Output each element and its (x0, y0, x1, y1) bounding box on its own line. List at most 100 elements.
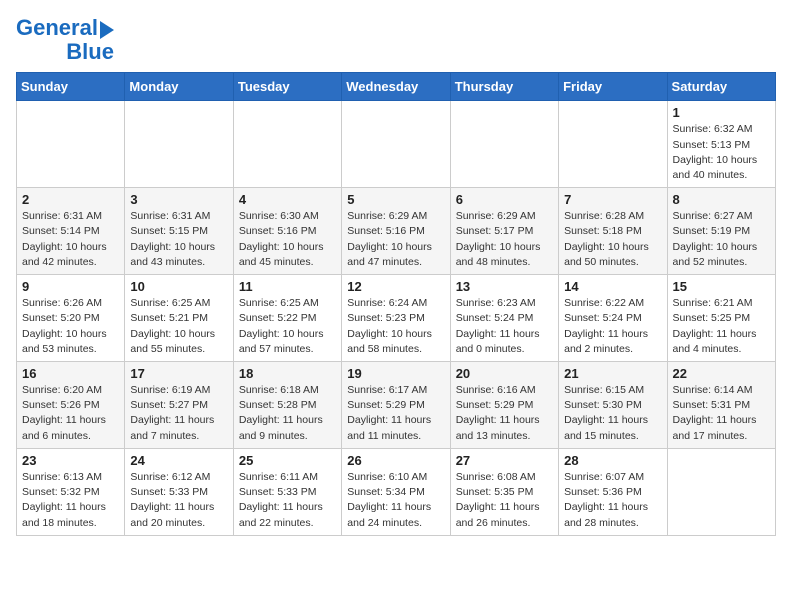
day-info: Sunrise: 6:17 AM Sunset: 5:29 PM Dayligh… (347, 383, 444, 444)
calendar-cell: 15 Sunrise: 6:21 AM Sunset: 5:25 PM Dayli… (667, 275, 775, 362)
day-info: Sunrise: 6:23 AM Sunset: 5:24 PM Dayligh… (456, 296, 553, 357)
day-info: Sunrise: 6:31 AM Sunset: 5:14 PM Dayligh… (22, 209, 119, 270)
day-info: Sunrise: 6:19 AM Sunset: 5:27 PM Dayligh… (130, 383, 227, 444)
weekday-header-monday: Monday (125, 73, 233, 101)
calendar-cell (17, 101, 125, 188)
day-info: Sunrise: 6:11 AM Sunset: 5:33 PM Dayligh… (239, 470, 336, 531)
day-info: Sunrise: 6:18 AM Sunset: 5:28 PM Dayligh… (239, 383, 336, 444)
calendar-week-row: 23 Sunrise: 6:13 AM Sunset: 5:32 PM Dayli… (17, 448, 776, 535)
weekday-header-wednesday: Wednesday (342, 73, 450, 101)
calendar-cell (233, 101, 341, 188)
calendar-cell: 16 Sunrise: 6:20 AM Sunset: 5:26 PM Dayli… (17, 362, 125, 449)
calendar-cell: 3 Sunrise: 6:31 AM Sunset: 5:15 PM Daylig… (125, 188, 233, 275)
calendar-cell: 7 Sunrise: 6:28 AM Sunset: 5:18 PM Daylig… (559, 188, 667, 275)
weekday-header-sunday: Sunday (17, 73, 125, 101)
day-number: 3 (130, 192, 227, 207)
day-number: 11 (239, 279, 336, 294)
day-number: 13 (456, 279, 553, 294)
day-info: Sunrise: 6:30 AM Sunset: 5:16 PM Dayligh… (239, 209, 336, 270)
calendar-cell: 20 Sunrise: 6:16 AM Sunset: 5:29 PM Dayli… (450, 362, 558, 449)
logo-general: General (16, 16, 98, 40)
calendar-header-row: SundayMondayTuesdayWednesdayThursdayFrid… (17, 73, 776, 101)
day-number: 2 (22, 192, 119, 207)
day-info: Sunrise: 6:12 AM Sunset: 5:33 PM Dayligh… (130, 470, 227, 531)
calendar-cell: 14 Sunrise: 6:22 AM Sunset: 5:24 PM Dayli… (559, 275, 667, 362)
day-number: 14 (564, 279, 661, 294)
calendar-cell (125, 101, 233, 188)
calendar-cell: 23 Sunrise: 6:13 AM Sunset: 5:32 PM Dayli… (17, 448, 125, 535)
day-info: Sunrise: 6:21 AM Sunset: 5:25 PM Dayligh… (673, 296, 770, 357)
day-info: Sunrise: 6:25 AM Sunset: 5:22 PM Dayligh… (239, 296, 336, 357)
calendar-cell (559, 101, 667, 188)
day-number: 21 (564, 366, 661, 381)
day-number: 19 (347, 366, 444, 381)
day-info: Sunrise: 6:32 AM Sunset: 5:13 PM Dayligh… (673, 122, 770, 183)
day-number: 7 (564, 192, 661, 207)
calendar-cell: 19 Sunrise: 6:17 AM Sunset: 5:29 PM Dayli… (342, 362, 450, 449)
day-info: Sunrise: 6:13 AM Sunset: 5:32 PM Dayligh… (22, 470, 119, 531)
calendar-table: SundayMondayTuesdayWednesdayThursdayFrid… (16, 72, 776, 535)
calendar-cell: 9 Sunrise: 6:26 AM Sunset: 5:20 PM Daylig… (17, 275, 125, 362)
calendar-cell: 18 Sunrise: 6:18 AM Sunset: 5:28 PM Dayli… (233, 362, 341, 449)
logo-arrow-icon (100, 21, 114, 39)
day-number: 10 (130, 279, 227, 294)
calendar-cell: 11 Sunrise: 6:25 AM Sunset: 5:22 PM Dayli… (233, 275, 341, 362)
calendar-cell: 17 Sunrise: 6:19 AM Sunset: 5:27 PM Dayli… (125, 362, 233, 449)
weekday-header-friday: Friday (559, 73, 667, 101)
calendar-week-row: 16 Sunrise: 6:20 AM Sunset: 5:26 PM Dayli… (17, 362, 776, 449)
day-info: Sunrise: 6:29 AM Sunset: 5:16 PM Dayligh… (347, 209, 444, 270)
calendar-cell: 28 Sunrise: 6:07 AM Sunset: 5:36 PM Dayli… (559, 448, 667, 535)
calendar-cell: 12 Sunrise: 6:24 AM Sunset: 5:23 PM Dayli… (342, 275, 450, 362)
day-number: 23 (22, 453, 119, 468)
day-number: 28 (564, 453, 661, 468)
calendar-cell: 10 Sunrise: 6:25 AM Sunset: 5:21 PM Dayli… (125, 275, 233, 362)
weekday-header-saturday: Saturday (667, 73, 775, 101)
day-info: Sunrise: 6:08 AM Sunset: 5:35 PM Dayligh… (456, 470, 553, 531)
logo-blue: Blue (66, 40, 114, 64)
calendar-week-row: 1 Sunrise: 6:32 AM Sunset: 5:13 PM Daylig… (17, 101, 776, 188)
day-number: 25 (239, 453, 336, 468)
day-number: 15 (673, 279, 770, 294)
calendar-cell: 1 Sunrise: 6:32 AM Sunset: 5:13 PM Daylig… (667, 101, 775, 188)
calendar-cell: 5 Sunrise: 6:29 AM Sunset: 5:16 PM Daylig… (342, 188, 450, 275)
day-number: 9 (22, 279, 119, 294)
day-info: Sunrise: 6:26 AM Sunset: 5:20 PM Dayligh… (22, 296, 119, 357)
day-info: Sunrise: 6:16 AM Sunset: 5:29 PM Dayligh… (456, 383, 553, 444)
calendar-cell (450, 101, 558, 188)
day-info: Sunrise: 6:22 AM Sunset: 5:24 PM Dayligh… (564, 296, 661, 357)
day-number: 18 (239, 366, 336, 381)
day-info: Sunrise: 6:15 AM Sunset: 5:30 PM Dayligh… (564, 383, 661, 444)
day-info: Sunrise: 6:20 AM Sunset: 5:26 PM Dayligh… (22, 383, 119, 444)
calendar-cell: 8 Sunrise: 6:27 AM Sunset: 5:19 PM Daylig… (667, 188, 775, 275)
day-info: Sunrise: 6:28 AM Sunset: 5:18 PM Dayligh… (564, 209, 661, 270)
day-info: Sunrise: 6:31 AM Sunset: 5:15 PM Dayligh… (130, 209, 227, 270)
day-number: 16 (22, 366, 119, 381)
day-number: 17 (130, 366, 227, 381)
day-info: Sunrise: 6:27 AM Sunset: 5:19 PM Dayligh… (673, 209, 770, 270)
calendar-cell (342, 101, 450, 188)
day-info: Sunrise: 6:25 AM Sunset: 5:21 PM Dayligh… (130, 296, 227, 357)
day-number: 1 (673, 105, 770, 120)
calendar-cell (667, 448, 775, 535)
calendar-cell: 13 Sunrise: 6:23 AM Sunset: 5:24 PM Dayli… (450, 275, 558, 362)
day-info: Sunrise: 6:10 AM Sunset: 5:34 PM Dayligh… (347, 470, 444, 531)
calendar-cell: 4 Sunrise: 6:30 AM Sunset: 5:16 PM Daylig… (233, 188, 341, 275)
day-info: Sunrise: 6:24 AM Sunset: 5:23 PM Dayligh… (347, 296, 444, 357)
day-number: 8 (673, 192, 770, 207)
day-number: 4 (239, 192, 336, 207)
page-header: General Blue (16, 16, 776, 64)
day-number: 22 (673, 366, 770, 381)
day-number: 12 (347, 279, 444, 294)
calendar-cell: 21 Sunrise: 6:15 AM Sunset: 5:30 PM Dayli… (559, 362, 667, 449)
weekday-header-tuesday: Tuesday (233, 73, 341, 101)
day-number: 20 (456, 366, 553, 381)
day-number: 24 (130, 453, 227, 468)
day-number: 5 (347, 192, 444, 207)
day-info: Sunrise: 6:07 AM Sunset: 5:36 PM Dayligh… (564, 470, 661, 531)
day-number: 26 (347, 453, 444, 468)
day-info: Sunrise: 6:14 AM Sunset: 5:31 PM Dayligh… (673, 383, 770, 444)
calendar-cell: 24 Sunrise: 6:12 AM Sunset: 5:33 PM Dayli… (125, 448, 233, 535)
day-number: 6 (456, 192, 553, 207)
day-number: 27 (456, 453, 553, 468)
weekday-header-thursday: Thursday (450, 73, 558, 101)
